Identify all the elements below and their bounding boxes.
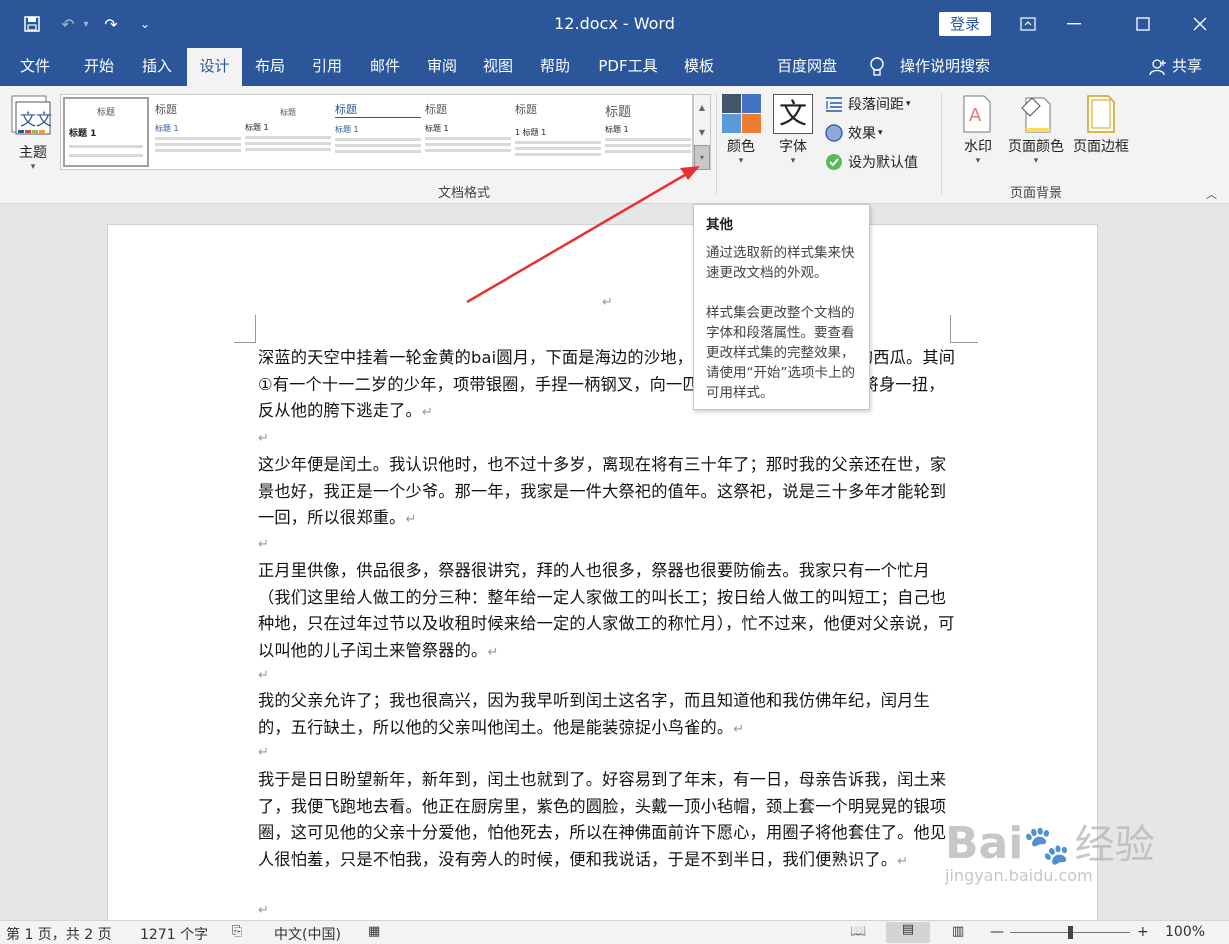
zoom-level[interactable]: 100% (1165, 924, 1205, 940)
tooltip-text: 通过选取新的样式集来快速更改文档的外观。 (706, 245, 855, 281)
zoom-out-icon[interactable]: — (990, 924, 1004, 940)
more-styles-tooltip: 其他 通过选取新的样式集来快速更改文档的外观。 样式集会更改整个文档的字体和段落… (693, 204, 870, 410)
status-bar: 第 1 页，共 2 页 1271 个字 ⎘ 中文(中国) ▦ 📖 ▤ ▥ — +… (0, 920, 1229, 944)
word-count[interactable]: 1271 个字 (140, 924, 208, 944)
web-layout-icon[interactable]: ▥ (952, 924, 964, 939)
language[interactable]: 中文(中国) (274, 924, 341, 944)
annotation-arrow (466, 166, 700, 304)
page-count[interactable]: 第 1 页，共 2 页 (6, 924, 112, 944)
proofing-icon[interactable]: ⎘ (232, 924, 242, 939)
tooltip-text: 样式集会更改整个文档的字体和段落属性。要查看更改样式集的完整效果，请使用“开始”… (706, 305, 855, 401)
zoom-in-icon[interactable]: + (1137, 924, 1149, 940)
print-layout-icon[interactable]: ▤ (886, 922, 930, 943)
read-mode-icon[interactable]: 📖 (850, 924, 866, 939)
zoom-slider-thumb[interactable] (1068, 926, 1073, 939)
tooltip-title: 其他 (706, 217, 733, 233)
baidu-watermark: Bai🐾 经验 jingyan.baidu.com (945, 818, 1155, 885)
macro-icon[interactable]: ▦ (368, 924, 380, 939)
